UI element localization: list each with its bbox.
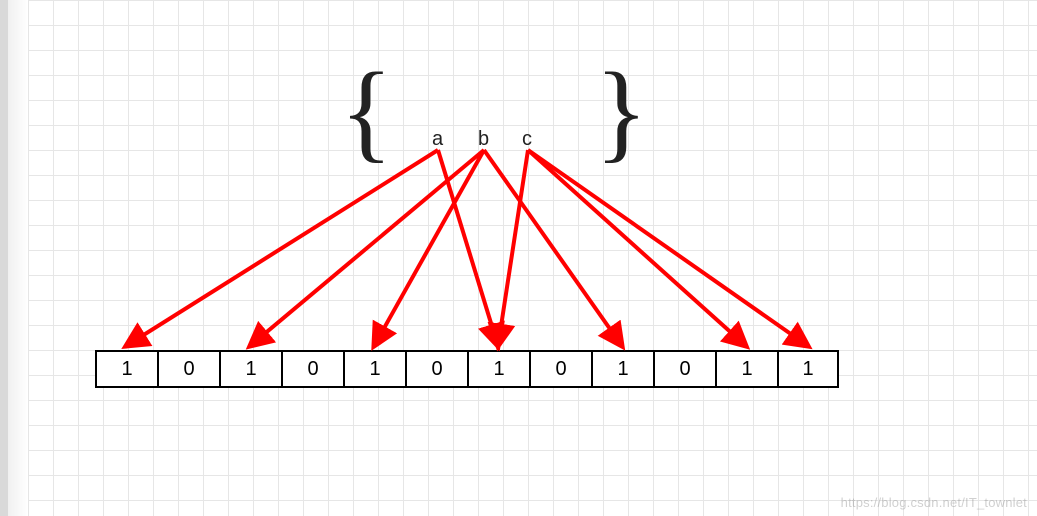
watermark: https://blog.csdn.net/IT_townlet [841,495,1027,510]
page-shadow [8,0,28,516]
bit-cell: 1 [467,350,529,388]
set-element-c: c [522,128,532,151]
left-brace-icon: { [340,56,393,166]
bit-cell: 1 [95,350,157,388]
set-element-b: b [478,128,489,151]
grid-background [28,0,1037,516]
right-brace-icon: } [595,56,648,166]
set-element-a: a [432,128,443,151]
bit-cell: 0 [157,350,219,388]
bit-cell: 0 [653,350,715,388]
diagram-canvas: { } a b c 101010101011 https://blog.csdn… [0,0,1037,516]
page-edge [0,0,8,516]
bit-cell: 1 [777,350,839,388]
bit-cell: 1 [219,350,281,388]
bit-cell: 0 [281,350,343,388]
bit-cell: 0 [529,350,591,388]
bit-cell: 1 [343,350,405,388]
bit-array: 101010101011 [95,350,839,388]
bit-cell: 1 [591,350,653,388]
bit-cell: 0 [405,350,467,388]
bit-cell: 1 [715,350,777,388]
